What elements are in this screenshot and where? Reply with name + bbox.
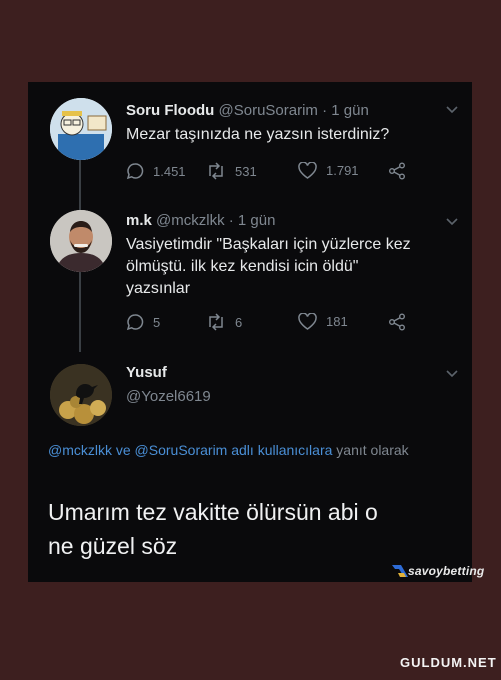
tweet-text: Vasiyetimdir "Başkaları için yüzlerce ke…: [126, 234, 456, 300]
watermark-text: savoybetting: [408, 564, 485, 578]
author-name[interactable]: m.k: [126, 212, 152, 229]
tweet-text-line: yazsınlar: [126, 280, 191, 297]
reply-text-line: ne güzel söz: [48, 533, 178, 559]
tweet-actions: 1.451 531 1.791: [126, 162, 426, 182]
tweet-mk[interactable]: m.k @mckzlkk · 1 gün Vasiyetimdir "Başka…: [28, 200, 472, 350]
chevron-down-icon[interactable]: [446, 366, 458, 381]
chevron-down-icon[interactable]: [446, 102, 458, 117]
reply-icon: [126, 314, 144, 331]
reply-icon: [126, 163, 144, 180]
like-icon: [298, 162, 317, 179]
site-watermark: GULDUM.NET: [400, 655, 497, 670]
share-button[interactable]: [388, 313, 406, 331]
tweet-text: Mezar taşınızda ne yazsın isterdiniz?: [126, 126, 390, 143]
author-name[interactable]: Yusuf: [126, 364, 167, 381]
reply-button[interactable]: 5: [126, 313, 160, 331]
tweet-text-line: ölmüştü. ilk kez kendisi icin öldü": [126, 258, 359, 275]
like-icon: [298, 313, 317, 330]
reply-text: Umarım tez vakitte ölürsün abi o ne güze…: [48, 495, 458, 563]
reply-count: 5: [153, 314, 161, 330]
tweet-soru-floodu[interactable]: Soru Floodu @SoruSorarim · 1 gün Mezar t…: [28, 82, 472, 202]
like-button[interactable]: 181: [298, 313, 348, 330]
retweet-count: 531: [235, 163, 257, 179]
author-handle[interactable]: @mckzlkk · 1 gün: [156, 212, 275, 229]
retweet-icon: [209, 313, 223, 331]
reply-count: 1.451: [153, 163, 186, 179]
share-icon: [389, 162, 405, 180]
author-handle[interactable]: @SoruSorarim · 1 gün: [219, 102, 369, 119]
replying-to-mentions[interactable]: @mckzlkk ve @SoruSorarim adlı kullanıcıl…: [48, 442, 332, 458]
author-handle[interactable]: @Yozel6619: [126, 388, 211, 405]
replying-to-suffix: yanıt olarak: [332, 442, 409, 458]
avatar[interactable]: [50, 98, 112, 160]
share-button[interactable]: [388, 162, 406, 180]
retweet-button[interactable]: 6: [206, 313, 242, 331]
reply-text-line: Umarım tez vakitte ölürsün abi o: [48, 499, 378, 525]
tweet-thread-screen: Soru Floodu @SoruSorarim · 1 gün Mezar t…: [28, 82, 472, 582]
avatar[interactable]: [50, 364, 112, 426]
tweet-text-line: Vasiyetimdir "Başkaları için yüzlerce ke…: [126, 236, 411, 253]
retweet-icon: [209, 162, 223, 180]
avatar[interactable]: [50, 210, 112, 272]
author-name[interactable]: Soru Floodu: [126, 102, 214, 119]
like-button[interactable]: 1.791: [298, 162, 359, 179]
reply-button[interactable]: 1.451: [126, 162, 186, 180]
tweet-actions: 5 6 181: [126, 313, 426, 333]
share-icon: [389, 313, 405, 331]
replying-to: @mckzlkk ve @SoruSorarim adlı kullanıcıl…: [48, 440, 458, 460]
retweet-count: 6: [235, 314, 243, 330]
retweet-button[interactable]: 531: [206, 162, 257, 180]
like-count: 1.791: [326, 163, 359, 178]
like-count: 181: [326, 314, 348, 329]
chevron-down-icon[interactable]: [446, 214, 458, 229]
